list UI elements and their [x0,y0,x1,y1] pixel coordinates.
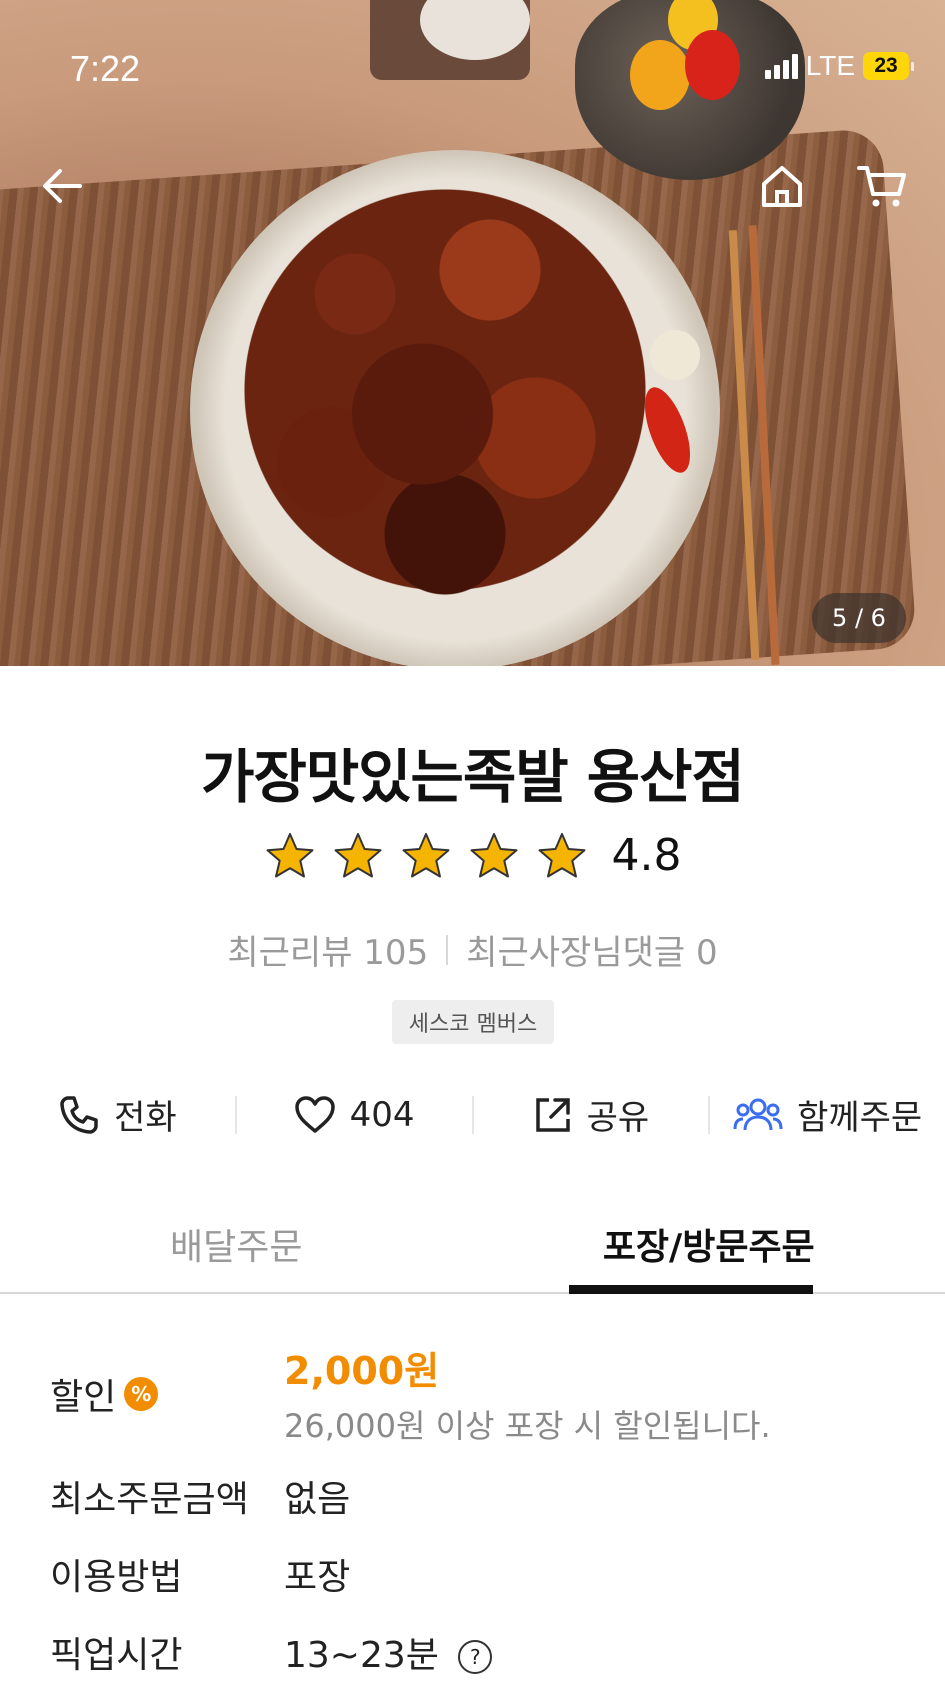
star-icon [266,832,313,877]
tab-pickup[interactable]: 포장/방문주문 [473,1200,945,1294]
order-type-tabs: 배달주문 포장/방문주문 [0,1200,945,1294]
back-button[interactable] [30,154,94,218]
call-button[interactable]: 전화 [0,1090,235,1139]
star-icon [334,832,381,877]
discount-values: 2,000원 26,000원 이상 포장 시 할인됩니다. [284,1340,771,1447]
min-order-value: 없음 [284,1479,351,1520]
owner-replies[interactable]: 최근사장님댓글 0 [466,925,717,974]
status-indicators: LTE 23 [764,50,914,82]
garlic-image [650,330,700,380]
tab-delivery-label: 배달주문 [170,1227,303,1268]
rating-row[interactable]: 4.8 [0,830,945,881]
home-icon [762,166,802,207]
active-tab-indicator [568,1285,813,1294]
review-summary[interactable]: 최근리뷰 105 최근사장님댓글 0 [0,925,945,974]
help-icon[interactable]: ? [458,1640,493,1674]
discount-label-wrap: 할인 % [50,1340,284,1447]
cart-icon [857,166,906,207]
rating-value: 4.8 [611,830,682,881]
network-label: LTE [805,50,855,81]
min-order-label: 최소주문금액 [50,1479,249,1520]
recent-reviews[interactable]: 최근리뷰 105 [227,925,428,974]
jokbal-dish-image [220,150,670,630]
pepper-image [685,30,740,100]
pickup-time-row: 픽업시간 13~23분 ? [50,1626,493,1678]
cart-button[interactable] [850,154,914,218]
share-label: 공유 [586,1098,650,1138]
status-time: 7:22 [70,48,141,89]
pickup-time-label: 픽업시간 [50,1635,183,1676]
image-pager: 5 / 6 [812,593,906,643]
method-row: 이용방법 포장 [50,1548,350,1600]
group-users-icon [733,1098,783,1130]
heart-icon [294,1095,335,1133]
star-icon [470,832,517,877]
back-arrow-icon [43,169,82,203]
signal-icon [764,53,798,79]
phone-icon [60,1095,98,1134]
share-icon [535,1097,570,1132]
discount-row: 할인 % 2,000원 26,000원 이상 포장 시 할인됩니다. [50,1340,771,1447]
star-icon [538,832,585,877]
divider [446,934,449,965]
like-button[interactable]: 404 [237,1095,472,1135]
star-rating [264,831,588,881]
method-label: 이용방법 [50,1557,183,1598]
call-label: 전화 [114,1098,177,1138]
method-value: 포장 [284,1557,351,1598]
star-icon [402,832,449,877]
cesco-badge: 세스코 멤버스 [392,1000,554,1044]
battery-level: 23 [874,54,898,77]
store-photo[interactable] [0,0,945,666]
group-order-button[interactable]: 함께주문 [710,1090,945,1139]
discount-label: 할인 [50,1376,117,1418]
discount-condition: 26,000원 이상 포장 시 할인됩니다. [284,1407,771,1445]
battery-icon: 23 [863,52,914,80]
like-count: 404 [349,1094,415,1135]
tab-pickup-label: 포장/방문주문 [602,1227,815,1268]
pepper-image [630,40,690,110]
discount-amount: 2,000원 [284,1349,440,1393]
pickup-time-value-wrap: 13~23분 ? [284,1626,493,1678]
home-button[interactable] [750,154,814,218]
group-order-label: 함께주문 [797,1098,923,1138]
discount-percent-icon: % [124,1376,159,1411]
action-bar: 전화 404 공유 함께주문 [0,1090,945,1139]
share-button[interactable]: 공유 [474,1090,709,1139]
store-name: 가장맛있는족발 용산점 [201,743,745,811]
min-order-row: 최소주문금액 없음 [50,1470,350,1522]
pickup-time-value: 13~23분 [284,1635,439,1676]
tab-delivery[interactable]: 배달주문 [0,1200,473,1292]
